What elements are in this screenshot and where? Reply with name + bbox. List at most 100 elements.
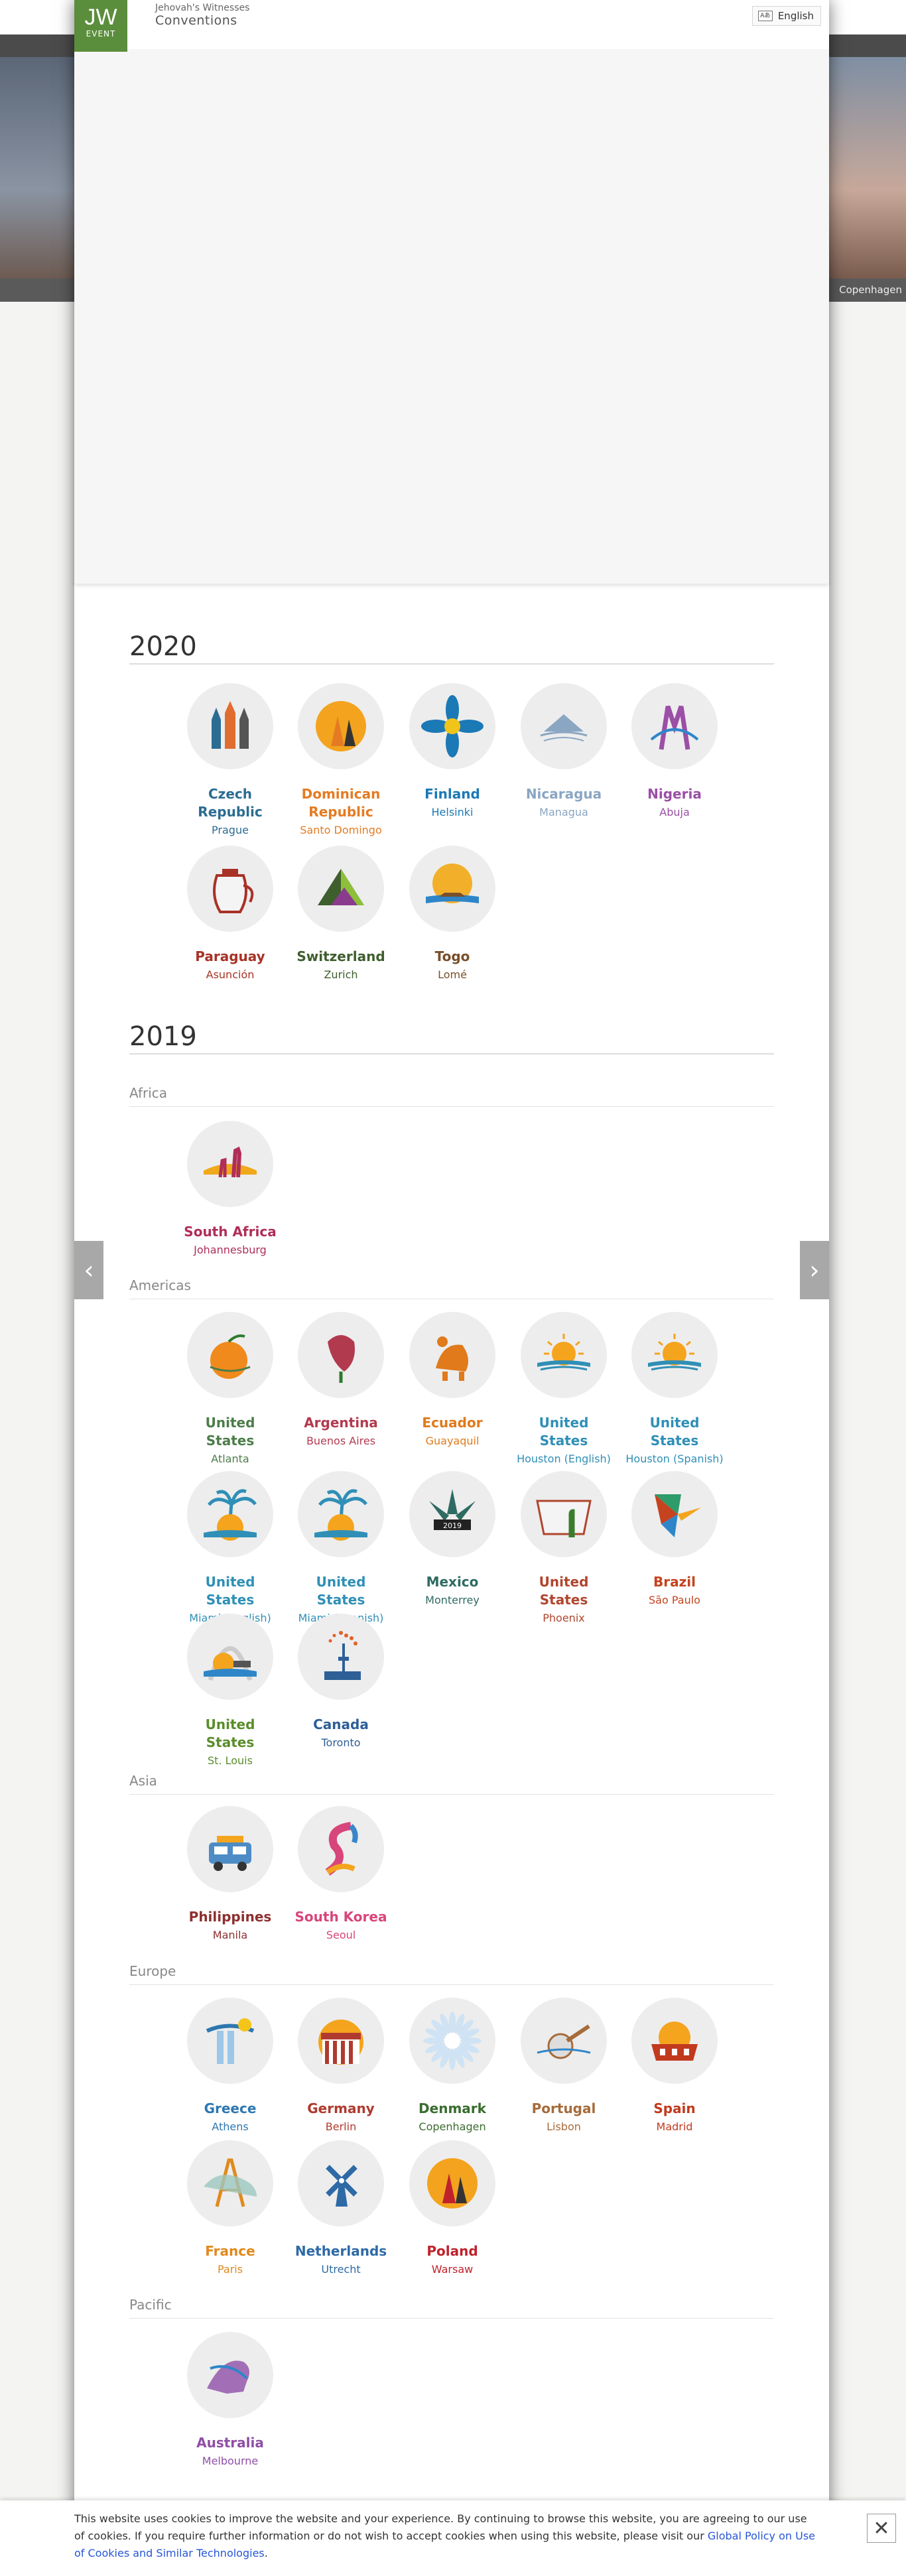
- event-logo[interactable]: [298, 846, 384, 932]
- event-logo[interactable]: [187, 1806, 273, 1892]
- event-country[interactable]: United States: [514, 1573, 614, 1609]
- event-logo[interactable]: [298, 1998, 384, 2084]
- event-logo[interactable]: [631, 1471, 718, 1557]
- event-country[interactable]: United States: [291, 1573, 391, 1609]
- event-city[interactable]: Abuja: [625, 805, 724, 820]
- event-card[interactable]: Argentina Buenos Aires: [291, 1312, 391, 1449]
- event-logo[interactable]: [409, 1998, 495, 2084]
- event-city[interactable]: Houston (English): [514, 1451, 614, 1466]
- event-logo[interactable]: [298, 683, 384, 769]
- event-country[interactable]: Netherlands: [291, 2242, 391, 2260]
- event-city[interactable]: Johannesburg: [180, 1242, 280, 1257]
- event-country[interactable]: Togo: [403, 948, 502, 966]
- event-card[interactable]: 2019 Mexico Monterrey: [403, 1471, 502, 1608]
- event-city[interactable]: Houston (Spanish): [625, 1451, 724, 1466]
- event-logo[interactable]: [187, 1998, 273, 2084]
- event-logo[interactable]: [631, 1998, 718, 2084]
- event-city[interactable]: Zurich: [291, 967, 391, 982]
- event-country[interactable]: Finland: [403, 785, 502, 803]
- event-card[interactable]: Spain Madrid: [625, 1998, 724, 2134]
- event-city[interactable]: Toronto: [291, 1735, 391, 1750]
- event-city[interactable]: Monterrey: [403, 1592, 502, 1608]
- event-city[interactable]: Lisbon: [514, 2119, 614, 2134]
- event-city[interactable]: Berlin: [291, 2119, 391, 2134]
- event-country[interactable]: Brazil: [625, 1573, 724, 1591]
- brand[interactable]: Jehovah's Witnesses Conventions: [155, 3, 249, 28]
- event-country[interactable]: Argentina: [291, 1414, 391, 1432]
- event-city[interactable]: Manila: [180, 1927, 280, 1943]
- event-card[interactable]: Czech Republic Prague: [180, 683, 280, 838]
- event-country[interactable]: Germany: [291, 2100, 391, 2118]
- event-card[interactable]: Denmark Copenhagen: [403, 1998, 502, 2134]
- event-city[interactable]: Guayaquil: [403, 1433, 502, 1449]
- event-card[interactable]: Portugal Lisbon: [514, 1998, 614, 2134]
- event-card[interactable]: United States Atlanta: [180, 1312, 280, 1466]
- jw-event-logo[interactable]: JW EVENT: [74, 0, 127, 52]
- event-logo[interactable]: [631, 1312, 718, 1398]
- event-city[interactable]: Buenos Aires: [291, 1433, 391, 1449]
- event-logo[interactable]: [187, 1312, 273, 1398]
- event-country[interactable]: Paraguay: [180, 948, 280, 966]
- event-card[interactable]: Dominican Republic Santo Domingo: [291, 683, 391, 838]
- event-card[interactable]: United States Houston (Spanish): [625, 1312, 724, 1466]
- prev-arrow-button[interactable]: ‹: [74, 1241, 103, 1299]
- event-country[interactable]: United States: [180, 1716, 280, 1752]
- event-country[interactable]: South Korea: [291, 1908, 391, 1926]
- event-card[interactable]: France Paris: [180, 2140, 280, 2277]
- event-card[interactable]: Switzerland Zurich: [291, 846, 391, 982]
- event-logo[interactable]: [521, 683, 607, 769]
- event-card[interactable]: Nicaragua Managua: [514, 683, 614, 820]
- event-card[interactable]: Brazil São Paulo: [625, 1471, 724, 1608]
- event-country[interactable]: Spain: [625, 2100, 724, 2118]
- event-city[interactable]: Lomé: [403, 967, 502, 982]
- event-logo[interactable]: [409, 2140, 495, 2226]
- event-city[interactable]: Utrecht: [291, 2262, 391, 2277]
- event-logo[interactable]: [187, 683, 273, 769]
- event-card[interactable]: South Korea Seoul: [291, 1806, 391, 1943]
- event-country[interactable]: South Africa: [180, 1223, 280, 1241]
- event-logo[interactable]: [298, 1312, 384, 1398]
- event-card[interactable]: United StatesMiami (Spanish): [291, 1471, 391, 1626]
- event-card[interactable]: United States Houston (English): [514, 1312, 614, 1466]
- event-city[interactable]: Warsaw: [403, 2262, 502, 2277]
- event-city[interactable]: Prague: [180, 822, 280, 838]
- cookie-close-button[interactable]: ✕: [867, 2514, 896, 2543]
- event-logo[interactable]: [521, 1998, 607, 2084]
- event-city[interactable]: St. Louis: [180, 1753, 280, 1768]
- event-city[interactable]: São Paulo: [625, 1592, 724, 1608]
- event-city[interactable]: Seoul: [291, 1927, 391, 1943]
- event-country[interactable]: Canada: [291, 1716, 391, 1734]
- event-country[interactable]: Mexico: [403, 1573, 502, 1591]
- event-country[interactable]: Greece: [180, 2100, 280, 2118]
- event-country[interactable]: Australia: [180, 2434, 280, 2452]
- event-city[interactable]: Santo Domingo: [291, 822, 391, 838]
- event-card[interactable]: Australia Melbourne: [180, 2332, 280, 2469]
- event-logo[interactable]: [298, 1806, 384, 1892]
- event-logo[interactable]: [298, 2140, 384, 2226]
- event-logo[interactable]: [521, 1312, 607, 1398]
- event-card[interactable]: Togo Lomé: [403, 846, 502, 982]
- event-country[interactable]: France: [180, 2242, 280, 2260]
- event-city[interactable]: Helsinki: [403, 805, 502, 820]
- event-country[interactable]: Nicaragua: [514, 785, 614, 803]
- event-card[interactable]: United States Phoenix: [514, 1471, 614, 1626]
- event-logo[interactable]: [187, 846, 273, 932]
- event-card[interactable]: Greece Athens: [180, 1998, 280, 2134]
- event-card[interactable]: Netherlands Utrecht: [291, 2140, 391, 2277]
- event-country[interactable]: United States: [514, 1414, 614, 1450]
- event-city[interactable]: Phoenix: [514, 1610, 614, 1626]
- event-card[interactable]: Germany Berlin: [291, 1998, 391, 2134]
- event-logo[interactable]: [187, 2140, 273, 2226]
- event-logo[interactable]: [521, 1471, 607, 1557]
- language-button[interactable]: Aあ English: [751, 6, 821, 26]
- event-country[interactable]: Nigeria: [625, 785, 724, 803]
- event-city[interactable]: Madrid: [625, 2119, 724, 2134]
- event-city[interactable]: Managua: [514, 805, 614, 820]
- event-logo[interactable]: [298, 1614, 384, 1700]
- event-logo[interactable]: [631, 683, 718, 769]
- event-country[interactable]: Philippines: [180, 1908, 280, 1926]
- event-country[interactable]: Poland: [403, 2242, 502, 2260]
- event-city[interactable]: Copenhagen: [403, 2119, 502, 2134]
- event-city[interactable]: Asunción: [180, 967, 280, 982]
- event-card[interactable]: Paraguay Asunción: [180, 846, 280, 982]
